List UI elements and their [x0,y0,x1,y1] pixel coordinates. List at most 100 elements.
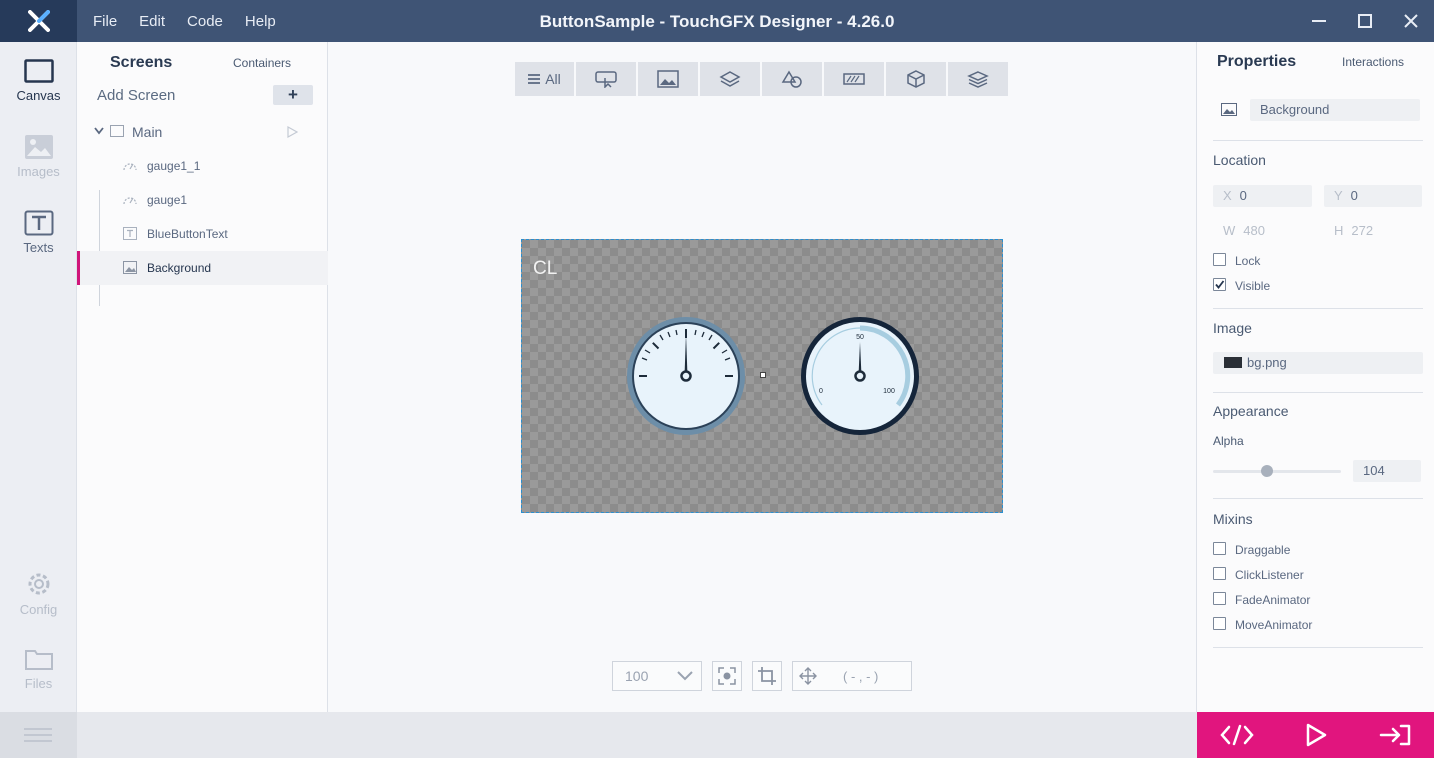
filter-all-label: All [545,71,561,87]
filter-containers-button[interactable] [700,62,760,96]
touchgfx-logo[interactable] [0,0,77,42]
selection-handle[interactable] [760,372,766,378]
w-field: W 480 [1213,220,1312,242]
lock-checkbox[interactable] [1213,253,1226,266]
filter-layers-button[interactable] [948,62,1008,96]
y-label: Y [1334,188,1343,203]
x-label: X [1223,188,1232,203]
maximize-button[interactable] [1342,0,1388,42]
h-value: 272 [1351,223,1374,238]
zoom-select[interactable]: 100 [612,661,702,691]
tree-item-gauge1_1[interactable]: gauge1_1 [77,149,328,183]
menu-code[interactable]: Code [176,13,234,30]
generate-code-button[interactable] [1207,712,1267,758]
rail-files[interactable]: Files [0,646,77,691]
tree-item-label: BlueButtonText [147,227,228,241]
rail-texts-label: Texts [23,240,54,255]
screen-main-label: Main [132,124,163,140]
image-icon [657,70,679,88]
menu-help[interactable]: Help [234,13,287,30]
alpha-slider-thumb[interactable] [1261,465,1273,477]
visible-checkbox[interactable] [1213,278,1226,291]
filter-images-button[interactable] [638,62,698,96]
run-target-button[interactable] [1365,712,1425,758]
screen-stage[interactable]: CL 50 0 100 [521,239,1003,513]
screen-main-row[interactable]: Main [77,115,328,149]
draggable-label: Draggable [1235,543,1291,557]
folder-icon [24,650,53,670]
filter-buttons-button[interactable] [576,62,636,96]
clicklistener-checkbox[interactable] [1213,567,1226,580]
touch-icon [595,71,617,88]
screens-panel: Screens Containers Add Screen + Main gau… [77,42,328,712]
image-select[interactable]: bg.png [1213,352,1423,374]
rail-texts[interactable]: Texts [0,210,77,255]
log-toggle[interactable] [0,712,77,758]
tab-interactions[interactable]: Interactions [1342,55,1404,69]
menu-file[interactable]: File [82,13,128,30]
y-value: 0 [1350,188,1358,203]
tree-item-bluebuttontext[interactable]: BlueButtonText [77,217,328,251]
menu-edit[interactable]: Edit [128,13,176,30]
h-field: H 272 [1324,220,1422,242]
run-simulator-button[interactable] [1286,712,1346,758]
widget-name-field[interactable]: Background [1250,99,1420,121]
filter-all-button[interactable]: All [515,62,574,96]
filter-3d-button[interactable] [886,62,946,96]
tree-item-label: Background [147,261,212,275]
w-label: W [1223,223,1236,238]
coordinate-value: ( - , - ) [843,668,879,684]
rail-files-label: Files [24,676,53,691]
location-header: Location [1213,152,1266,168]
divider [1213,392,1423,393]
crop-button[interactable] [752,661,782,691]
w-value: 480 [1243,223,1265,238]
chevron-down-icon[interactable] [94,127,104,135]
tree-item-gauge1[interactable]: gauge1 [77,183,328,217]
close-button[interactable] [1388,0,1434,42]
appearance-header: Appearance [1213,403,1289,419]
touchgfx-designer-window: File Edit Code Help ButtonSample - Touch… [0,0,1434,758]
divider [1213,140,1423,141]
gauge1-widget[interactable] [625,315,747,437]
rail-canvas[interactable]: Canvas [0,58,77,103]
filter-shapes-button[interactable] [762,62,822,96]
divider [1213,498,1423,499]
rail-config[interactable]: Config [0,570,77,617]
rail-canvas-label: Canvas [16,88,61,103]
gauge1_1-widget[interactable]: 50 0 100 [799,315,921,437]
tree-item-background[interactable]: Background [77,251,328,285]
fadeanimator-checkbox[interactable] [1213,592,1226,605]
x-field[interactable]: X0 [1213,185,1312,207]
play-screen-icon[interactable] [286,126,298,138]
minimize-button[interactable] [1296,0,1342,42]
rail-images[interactable]: Images [0,134,77,179]
move-icon [799,667,817,685]
divider [1213,647,1423,648]
add-screen-button[interactable]: + [273,85,313,105]
rail-images-label: Images [17,164,60,179]
play-icon [1306,723,1326,747]
alpha-value-field[interactable]: 104 [1353,460,1421,482]
alpha-slider-track[interactable] [1213,470,1341,473]
center-view-button[interactable] [712,661,742,691]
filter-progress-button[interactable] [824,62,884,96]
status-bar [0,712,1197,758]
tab-properties[interactable]: Properties [1217,53,1296,71]
screen-icon [110,125,124,137]
y-field[interactable]: Y0 [1324,185,1422,207]
text-widget-icon [123,227,137,240]
tab-containers[interactable]: Containers [233,56,291,70]
chevron-down-icon [677,671,693,681]
moveanimator-label: MoveAnimator [1235,618,1313,632]
x-value: 0 [1239,188,1247,203]
tab-screens[interactable]: Screens [110,54,172,72]
fadeanimator-label: FadeAnimator [1235,593,1311,607]
draggable-checkbox[interactable] [1213,542,1226,555]
image-widget-icon [123,261,137,274]
moveanimator-checkbox[interactable] [1213,617,1226,630]
cube-icon [907,70,925,88]
image-icon [24,135,53,159]
gauge-icon [123,197,137,205]
canvas-area: All CL 50 0 100 100 (- , -) [328,42,1196,712]
